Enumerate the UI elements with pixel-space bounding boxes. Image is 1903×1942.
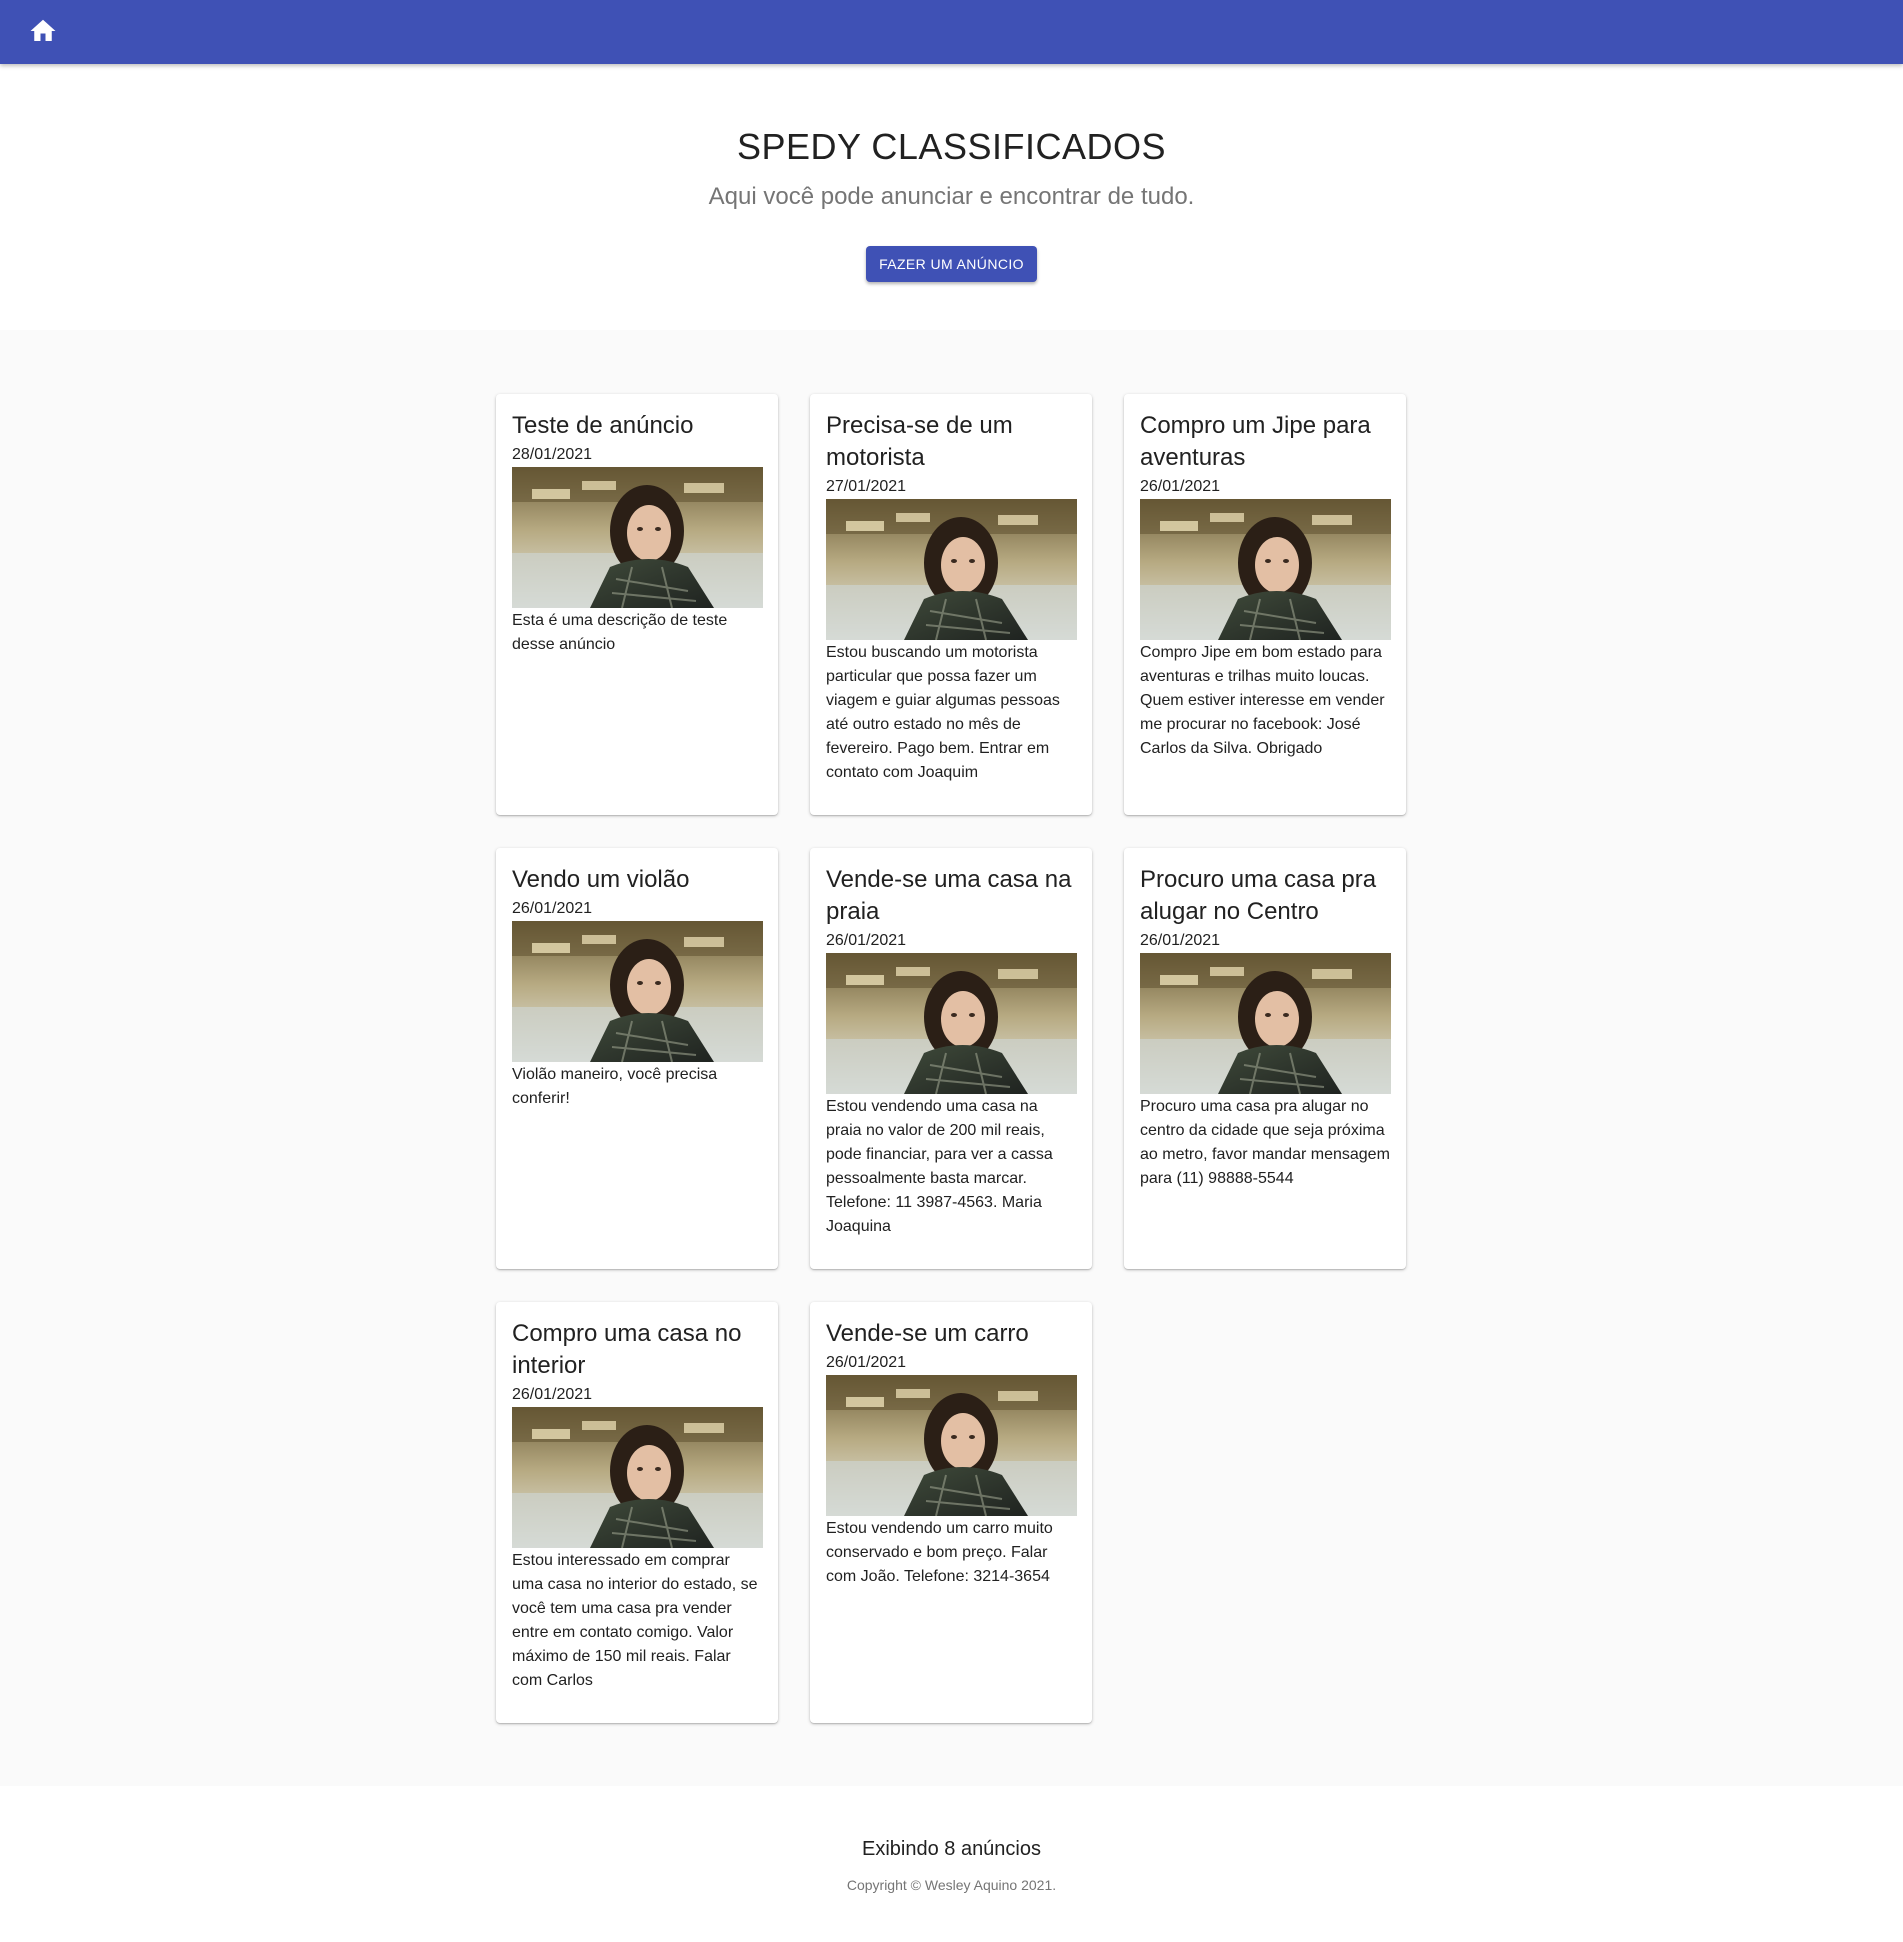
ad-title: Vende-se uma casa na praia [826, 866, 1072, 925]
ad-description: Violão maneiro, você precisa conferir! [512, 1066, 718, 1107]
ad-card[interactable]: Compro um Jipe para aventuras 26/01/2021… [1124, 394, 1406, 815]
app-bar [0, 0, 1903, 64]
ad-title: Vendo um violão [512, 866, 690, 893]
ad-card[interactable]: Vendo um violão 26/01/2021 Violão maneir… [496, 848, 778, 1269]
ad-photo [826, 499, 1077, 640]
copyright: Copyright © Wesley Aquino 2021. [846, 1877, 1057, 1893]
ad-date: 26/01/2021 [1140, 932, 1221, 949]
ad-title: Compro uma casa no interior [512, 1320, 742, 1379]
page-subtitle: Aqui você pode anunciar e encontrar de t… [708, 183, 1195, 210]
ad-card[interactable]: Teste de anúncio 28/01/2021 Esta é uma d… [496, 394, 778, 815]
ad-date: 26/01/2021 [512, 900, 593, 917]
ad-title: Vende-se um carro [826, 1320, 1029, 1347]
ads-count: Exibindo 8 anúncios [861, 1838, 1041, 1860]
ad-description: Compro Jipe em bom estado para aventuras… [1140, 644, 1385, 757]
home-icon[interactable] [26, 16, 60, 46]
ads-grid: Teste de anúncio 28/01/2021 Esta é uma d… [496, 394, 1408, 1723]
ad-date: 26/01/2021 [1140, 478, 1221, 495]
ad-description: Estou interessado em comprar uma casa no… [512, 1552, 758, 1689]
ad-date: 27/01/2021 [826, 478, 907, 495]
ad-title: Compro um Jipe para aventuras [1140, 412, 1371, 471]
page-title: SPEDY CLASSIFICADOS [737, 126, 1166, 167]
ad-description: Estou buscando um motorista particular q… [826, 644, 1060, 781]
ad-date: 26/01/2021 [826, 932, 907, 949]
ad-card[interactable]: Compro uma casa no interior 26/01/2021 E… [496, 1302, 778, 1723]
ad-date: 28/01/2021 [512, 446, 593, 463]
ad-photo [512, 921, 763, 1062]
footer: Exibindo 8 anúncios Copyright © Wesley A… [0, 1786, 1903, 1942]
ad-photo [512, 1407, 763, 1548]
ad-date: 26/01/2021 [512, 1386, 593, 1403]
ad-description: Esta é uma descrição de teste desse anún… [512, 612, 728, 653]
hero-section: SPEDY CLASSIFICADOS Aqui você pode anunc… [0, 64, 1903, 330]
ad-card[interactable]: Vende-se uma casa na praia 26/01/2021 Es… [810, 848, 1092, 1269]
ad-photo [1140, 953, 1391, 1094]
ad-description: Estou vendendo uma casa na praia no valo… [826, 1098, 1053, 1235]
ad-photo [1140, 499, 1391, 640]
ad-card[interactable]: Procuro uma casa pra alugar no Centro 26… [1124, 848, 1406, 1269]
ad-date: 26/01/2021 [826, 1354, 907, 1371]
ad-title: Teste de anúncio [512, 412, 694, 439]
ad-photo [826, 1375, 1077, 1516]
ad-title: Precisa-se de um motorista [826, 412, 1013, 471]
ad-title: Procuro uma casa pra alugar no Centro [1140, 866, 1377, 925]
ad-card[interactable]: Vende-se um carro 26/01/2021 Estou vende… [810, 1302, 1092, 1723]
ad-card[interactable]: Precisa-se de um motorista 27/01/2021 Es… [810, 394, 1092, 815]
ad-description: Estou vendendo um carro muito conservado… [826, 1520, 1053, 1585]
ad-photo [826, 953, 1077, 1094]
create-ad-button[interactable]: FAZER UM ANÚNCIO [866, 246, 1037, 282]
ad-description: Procuro uma casa pra alugar no centro da… [1140, 1098, 1390, 1187]
ad-photo [512, 467, 763, 608]
